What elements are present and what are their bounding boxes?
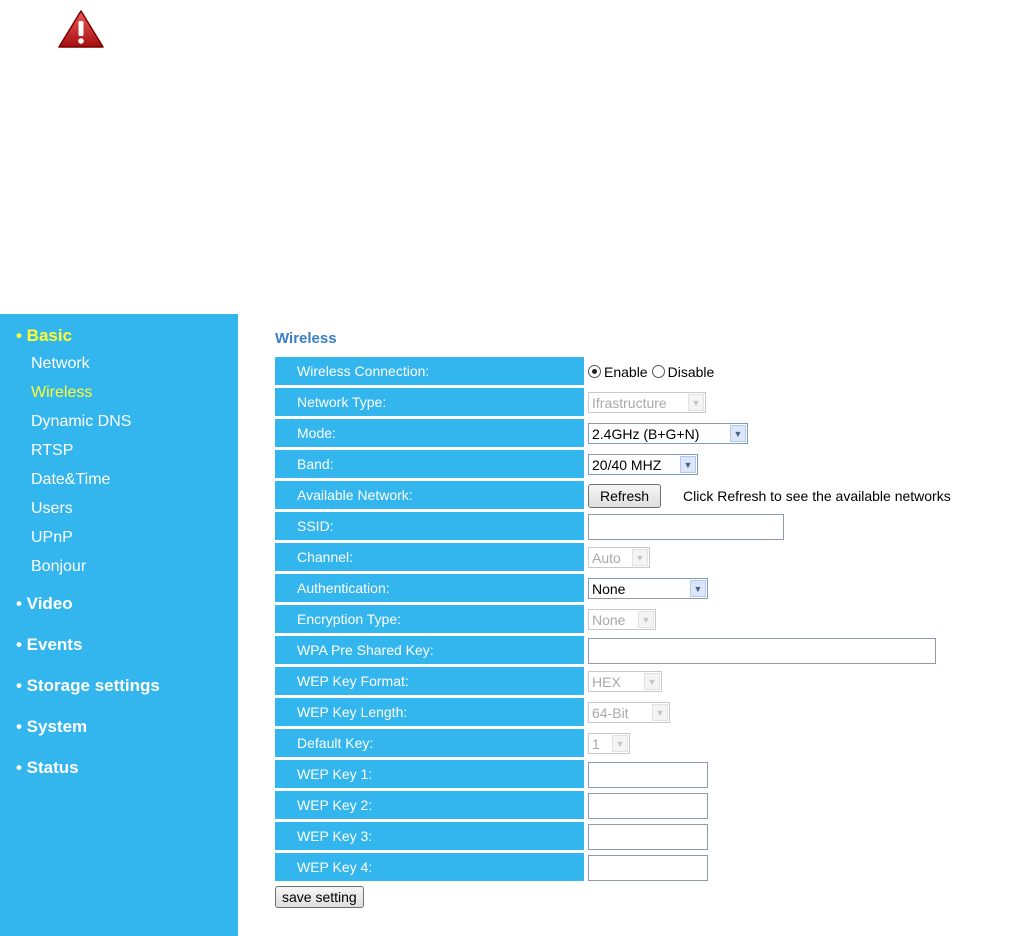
label-wep-key-2: WEP Key 2:: [275, 791, 584, 819]
chevron-down-icon: ▼: [652, 704, 668, 721]
default-key-value: 1: [592, 735, 600, 752]
channel-select[interactable]: Auto ▼: [588, 547, 650, 568]
label-wep-key-3: WEP Key 3:: [275, 822, 584, 850]
chevron-down-icon: ▼: [638, 611, 654, 628]
chevron-down-icon: ▼: [730, 425, 746, 442]
row-band: Band: 20/40 MHZ ▼: [275, 449, 951, 480]
label-channel: Channel:: [275, 543, 584, 571]
row-wep-key-2: WEP Key 2:: [275, 790, 951, 821]
authentication-select[interactable]: None ▼: [588, 578, 708, 599]
label-available-network: Available Network:: [275, 481, 584, 509]
label-wep-length: WEP Key Length:: [275, 698, 584, 726]
network-type-select[interactable]: Ifrastructure ▼: [588, 392, 706, 413]
row-network-type: Network Type: Ifrastructure ▼: [275, 387, 951, 418]
row-wep-key-3: WEP Key 3:: [275, 821, 951, 852]
radio-checked-icon: [588, 365, 601, 378]
nav-item-date-time[interactable]: Date&Time: [0, 469, 238, 498]
disable-radio-label: Disable: [667, 363, 715, 380]
label-wireless-connection: Wireless Connection:: [275, 357, 584, 385]
chevron-down-icon: ▼: [680, 456, 696, 473]
nav-item-bonjour[interactable]: Bonjour: [0, 556, 238, 585]
nav-section-events[interactable]: • Events: [0, 635, 238, 655]
nav-section-basic[interactable]: • Basic: [0, 326, 238, 346]
row-wep-length: WEP Key Length: 64-Bit ▼: [275, 697, 951, 728]
default-key-select[interactable]: 1 ▼: [588, 733, 630, 754]
label-authentication: Authentication:: [275, 574, 584, 602]
wireless-form: Wireless Wireless Connection: Enable Dis…: [275, 330, 951, 908]
nav-item-wireless[interactable]: Wireless: [0, 382, 238, 411]
page-title: Wireless: [275, 330, 337, 347]
row-wireless-connection: Wireless Connection: Enable Disable: [275, 356, 951, 387]
nav-item-rtsp[interactable]: RTSP: [0, 440, 238, 469]
encryption-type-select[interactable]: None ▼: [588, 609, 656, 630]
nav-section-system[interactable]: • System: [0, 717, 238, 737]
wep-key-4-input[interactable]: [588, 854, 708, 881]
enable-radio-label: Enable: [604, 363, 648, 380]
network-type-value: Ifrastructure: [592, 394, 667, 411]
nav-section-video[interactable]: • Video: [0, 594, 238, 614]
wep-length-value: 64-Bit: [592, 704, 629, 721]
ssid-input[interactable]: [588, 513, 784, 540]
row-mode: Mode: 2.4GHz (B+G+N) ▼: [275, 418, 951, 449]
nav-item-users[interactable]: Users: [0, 498, 238, 527]
row-available-network: Available Network: Refresh Click Refresh…: [275, 480, 951, 511]
label-default-key: Default Key:: [275, 729, 584, 757]
nav-section-status[interactable]: • Status: [0, 758, 238, 778]
refresh-hint: Click Refresh to see the available netwo…: [683, 487, 951, 504]
row-wep-key-4: WEP Key 4:: [275, 852, 951, 883]
label-encryption-type: Encryption Type:: [275, 605, 584, 633]
nav-section-storage[interactable]: • Storage settings: [0, 676, 238, 696]
label-network-type: Network Type:: [275, 388, 584, 416]
disable-radio[interactable]: Disable: [651, 363, 715, 380]
row-wep-format: WEP Key Format: HEX ▼: [275, 666, 951, 697]
save-setting-button[interactable]: save setting: [275, 886, 364, 908]
radio-unchecked-icon: [651, 365, 665, 378]
nav-item-dynamic-dns[interactable]: Dynamic DNS: [0, 411, 238, 440]
wep-format-value: HEX: [592, 673, 621, 690]
refresh-button[interactable]: Refresh: [588, 483, 662, 508]
row-authentication: Authentication: None ▼: [275, 573, 951, 604]
band-select[interactable]: 20/40 MHZ ▼: [588, 454, 698, 475]
channel-value: Auto: [592, 549, 621, 566]
wep-key-3-input[interactable]: [588, 823, 708, 850]
enable-radio[interactable]: Enable: [588, 364, 648, 380]
row-wpa-key: WPA Pre Shared Key:: [275, 635, 951, 666]
chevron-down-icon: ▼: [690, 580, 706, 597]
mode-value: 2.4GHz (B+G+N): [592, 425, 700, 442]
label-wep-key-4: WEP Key 4:: [275, 853, 584, 881]
chevron-down-icon: ▼: [688, 394, 704, 411]
chevron-down-icon: ▼: [644, 673, 660, 690]
band-value: 20/40 MHZ: [592, 456, 662, 473]
wep-length-select[interactable]: 64-Bit ▼: [588, 702, 670, 723]
label-wep-format: WEP Key Format:: [275, 667, 584, 695]
authentication-value: None: [592, 580, 626, 597]
nav-item-upnp[interactable]: UPnP: [0, 527, 238, 556]
row-encryption-type: Encryption Type: None ▼: [275, 604, 951, 635]
wep-key-2-input[interactable]: [588, 792, 708, 819]
wep-key-1-input[interactable]: [588, 761, 708, 788]
row-default-key: Default Key: 1 ▼: [275, 728, 951, 759]
warning-icon: [58, 10, 104, 48]
label-wpa-key: WPA Pre Shared Key:: [275, 636, 584, 664]
wpa-key-input[interactable]: [588, 637, 936, 664]
chevron-down-icon: ▼: [612, 735, 628, 752]
label-wep-key-1: WEP Key 1:: [275, 760, 584, 788]
nav-basic-list: Network Wireless Dynamic DNS RTSP Date&T…: [0, 353, 238, 585]
row-channel: Channel: Auto ▼: [275, 542, 951, 573]
chevron-down-icon: ▼: [632, 549, 648, 566]
label-mode: Mode:: [275, 419, 584, 447]
row-ssid: SSID:: [275, 511, 951, 542]
nav-item-network[interactable]: Network: [0, 353, 238, 382]
label-band: Band:: [275, 450, 584, 478]
sidebar: • Basic Network Wireless Dynamic DNS RTS…: [0, 314, 238, 936]
row-wep-key-1: WEP Key 1:: [275, 759, 951, 790]
label-ssid: SSID:: [275, 512, 584, 540]
encryption-type-value: None: [592, 611, 626, 628]
wep-format-select[interactable]: HEX ▼: [588, 671, 662, 692]
mode-select[interactable]: 2.4GHz (B+G+N) ▼: [588, 423, 748, 444]
